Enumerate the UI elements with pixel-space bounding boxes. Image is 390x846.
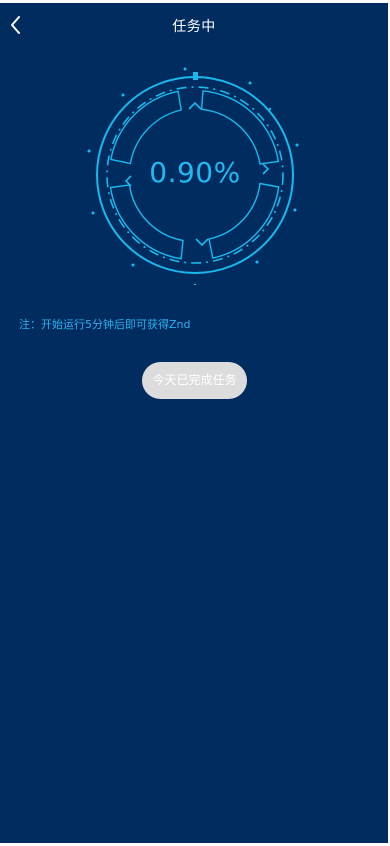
task-complete-button[interactable]: 今天已完成任务 xyxy=(142,362,247,399)
progress-gauge: 0.90% xyxy=(85,65,305,285)
page-title: 任务中 xyxy=(172,19,216,35)
app-screen: 任务中 0.90% 注：开始运行5分钟后即可获得Znd 今天已完成任务 xyxy=(0,3,388,843)
progress-percent: 0.90% xyxy=(149,156,241,189)
task-note: 注：开始运行5分钟后即可获得Znd xyxy=(19,318,191,331)
top-bar: 任务中 xyxy=(0,3,388,47)
